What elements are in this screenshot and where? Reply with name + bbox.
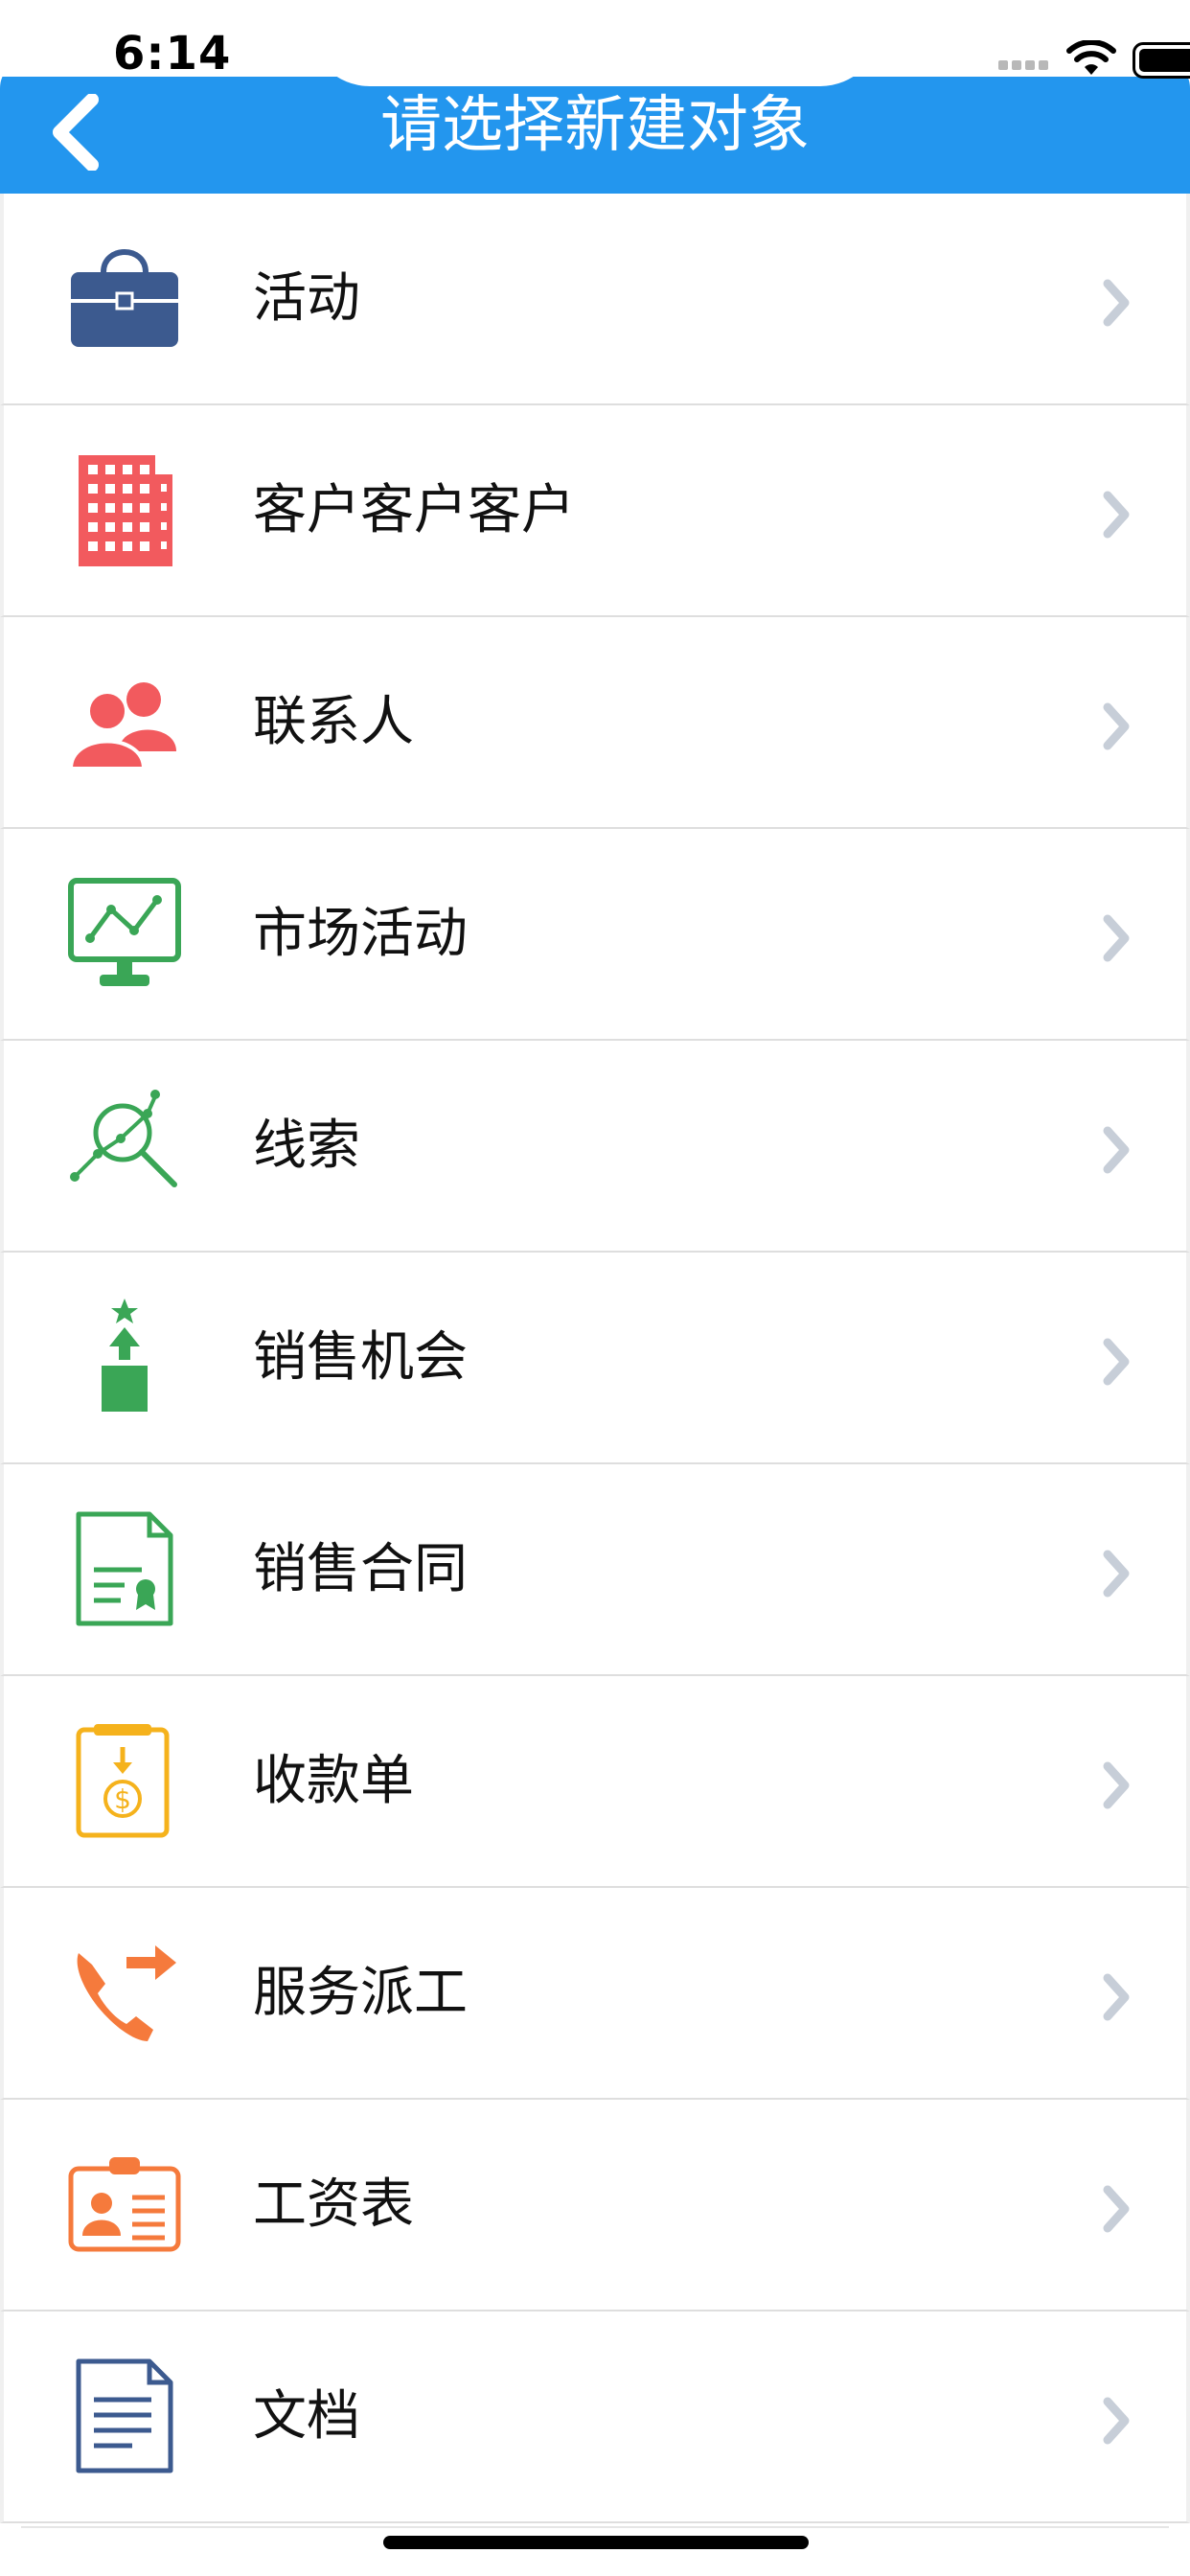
payment-icon: $ xyxy=(76,1724,170,1838)
chevron-right-icon xyxy=(1103,1973,1130,2021)
briefcase-icon xyxy=(71,249,178,347)
monitor-chart-icon xyxy=(68,878,181,986)
chevron-right-icon xyxy=(1103,1126,1130,1174)
chevron-right-icon xyxy=(1103,914,1130,962)
list-item-customer[interactable]: 客户客户客户 xyxy=(0,405,1190,617)
list-item-label: 联系人 xyxy=(253,691,414,753)
search-trend-icon xyxy=(70,1090,177,1187)
list-item-label: 工资表 xyxy=(253,2174,414,2236)
list-item-sales-contract[interactable]: 销售合同 xyxy=(0,1464,1190,1676)
list-item-receipt[interactable]: $ 收款单 xyxy=(0,1676,1190,1888)
page-title: 请选择新建对象 xyxy=(380,90,810,161)
chevron-right-icon xyxy=(1103,279,1130,327)
status-time: 6:14 xyxy=(113,27,232,80)
list-item-document[interactable]: 文档 xyxy=(0,2312,1190,2523)
list-item-label: 文档 xyxy=(253,2385,360,2448)
home-indicator[interactable] xyxy=(383,2536,809,2549)
list-item-label: 客户客户客户 xyxy=(253,479,575,541)
list-item-marketing-campaign[interactable]: 市场活动 xyxy=(0,829,1190,1041)
opportunity-icon xyxy=(102,1299,148,1412)
list-item-sales-opportunity[interactable]: 销售机会 xyxy=(0,1253,1190,1464)
list-item-service-dispatch[interactable]: 服务派工 xyxy=(0,1888,1190,2100)
chevron-right-icon xyxy=(1103,2397,1130,2445)
phone-forward-icon xyxy=(77,1945,176,2041)
list-item-label: 市场活动 xyxy=(253,903,468,965)
id-card-icon xyxy=(68,2157,181,2252)
cellular-signal-icon xyxy=(998,56,1054,70)
device-notch xyxy=(309,0,881,86)
chevron-right-icon xyxy=(1103,2185,1130,2233)
chevron-right-icon xyxy=(1103,491,1130,539)
list-item-label: 销售合同 xyxy=(253,1538,468,1600)
list-item-label: 销售机会 xyxy=(253,1326,468,1389)
chevron-right-icon xyxy=(1103,1761,1130,1809)
list-item-label: 服务派工 xyxy=(253,1962,468,2024)
people-icon xyxy=(68,682,176,770)
list-item-label: 收款单 xyxy=(253,1750,414,1812)
contract-icon xyxy=(76,1511,173,1626)
chevron-right-icon xyxy=(1103,1338,1130,1386)
building-icon xyxy=(79,455,172,566)
list-item-payroll[interactable]: 工资表 xyxy=(0,2100,1190,2312)
chevron-right-icon xyxy=(1103,1550,1130,1598)
list-item-label: 线索 xyxy=(253,1115,360,1177)
object-type-list: 活动 客户客户客户 联系人 市场活动 线索 销售机会 销售合同 $ 收款单 服务… xyxy=(0,194,1190,2523)
chevron-right-icon xyxy=(1103,702,1130,750)
list-item-contact[interactable]: 联系人 xyxy=(0,617,1190,829)
list-item-label: 活动 xyxy=(253,267,360,330)
wifi-icon xyxy=(1066,40,1116,75)
list-item-activity[interactable]: 活动 xyxy=(0,194,1190,405)
document-icon xyxy=(76,2358,173,2473)
svg-text:$: $ xyxy=(114,1783,131,1815)
divider xyxy=(21,2526,1169,2528)
list-item-lead[interactable]: 线索 xyxy=(0,1041,1190,1253)
battery-icon xyxy=(1133,42,1190,79)
